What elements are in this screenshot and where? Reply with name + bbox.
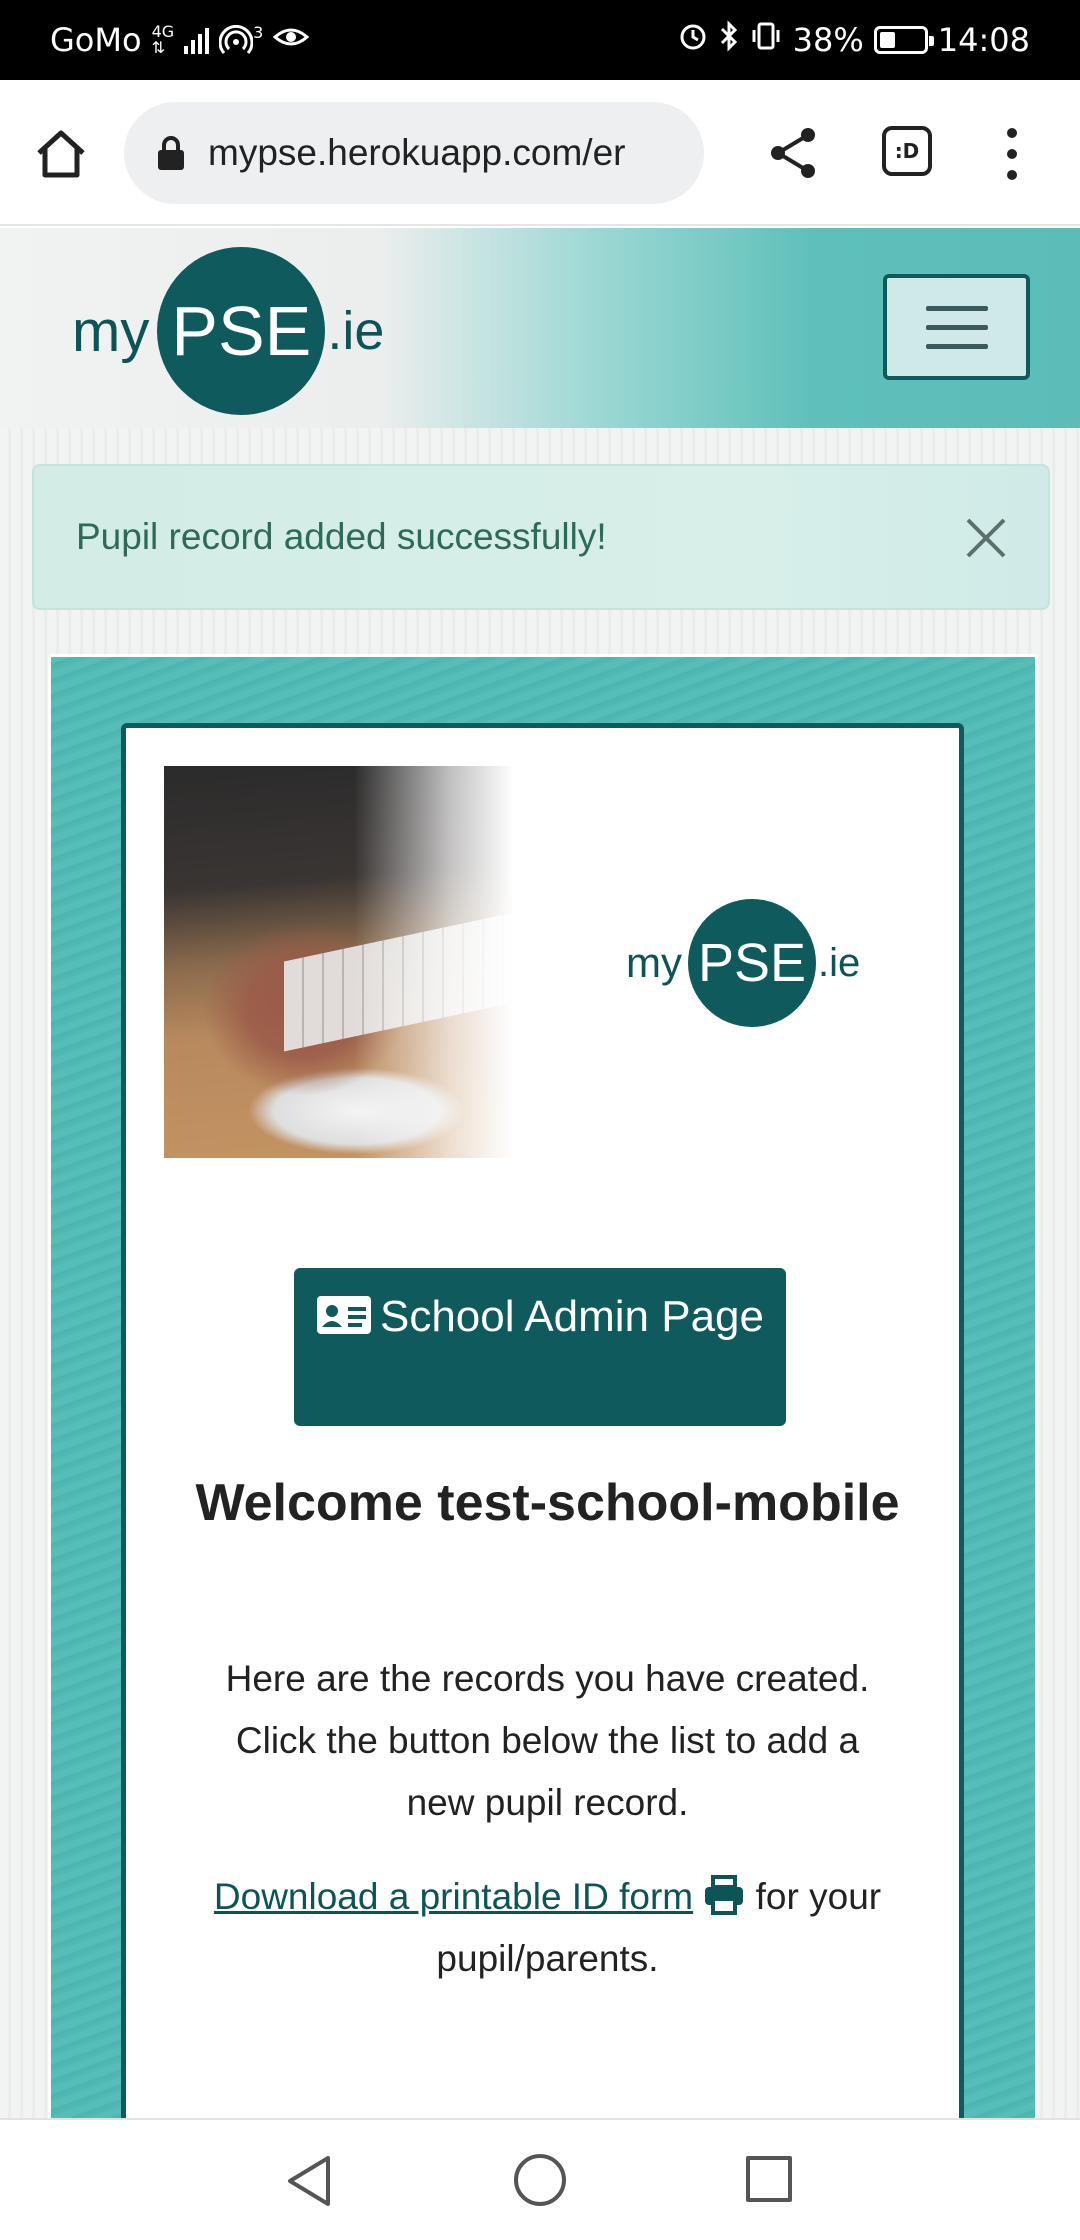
lock-icon xyxy=(158,136,184,170)
school-admin-button[interactable]: School Admin Page xyxy=(294,1268,786,1426)
card-logo-my: my xyxy=(626,939,682,986)
home-nav-icon[interactable] xyxy=(514,2154,566,2206)
card-logo-circle: PSE xyxy=(688,899,816,1027)
logo-ie: .ie xyxy=(327,301,385,361)
home-icon[interactable] xyxy=(30,123,92,185)
print-icon[interactable] xyxy=(703,1875,745,1915)
download-id-form-link[interactable]: Download a printable ID form xyxy=(214,1876,693,1917)
hamburger-icon[interactable] xyxy=(883,274,1030,380)
download-id-form-text: Download a printable ID form for your pu… xyxy=(186,1866,909,1990)
battery-fill xyxy=(879,32,895,48)
status-bar-right: 38% 14:08 xyxy=(677,20,1030,60)
url-text[interactable]: mypse.herokuapp.com/er xyxy=(208,132,625,174)
id-card-icon xyxy=(316,1296,371,1334)
card-logo: my PSE .ie xyxy=(626,898,860,1028)
logo-circle: PSE xyxy=(157,247,326,415)
status-bar-left: GoMo 4G ⇅ 3 xyxy=(50,21,310,59)
status-bar: GoMo 4G ⇅ 3 38% 14:08 xyxy=(0,0,1080,80)
welcome-heading: Welcome test-school-mobile xyxy=(195,1474,900,1532)
logo-my: my xyxy=(72,298,150,364)
battery-icon xyxy=(873,26,934,54)
hotspot-icon: 3 xyxy=(219,25,263,55)
card-logo-ie: .ie xyxy=(818,940,861,985)
alert-message: Pupil record added successfully! xyxy=(76,516,607,557)
back-icon[interactable] xyxy=(284,2154,334,2208)
battery-percentage: 38% xyxy=(792,21,864,59)
success-alert: Pupil record added successfully! xyxy=(32,464,1050,610)
share-icon[interactable] xyxy=(766,125,822,181)
browser-toolbar: mypse.herokuapp.com/er :D xyxy=(0,80,1080,226)
signal-icon xyxy=(184,26,210,54)
site-header: my PSE .ie xyxy=(0,228,1080,428)
alarm-icon xyxy=(677,20,709,60)
hero-image xyxy=(164,766,514,1158)
logo-pse: PSE xyxy=(171,292,312,370)
tab-switcher-icon[interactable]: :D xyxy=(882,126,932,176)
records-description: Here are the records you have created. C… xyxy=(225,1658,870,1823)
tab-switcher-label: :D xyxy=(894,139,920,163)
card-logo-pse: PSE xyxy=(697,933,807,993)
network-type-indicator: 4G ⇅ xyxy=(151,22,175,57)
eye-comfort-icon xyxy=(273,21,310,59)
school-admin-button-label: School Admin Page xyxy=(379,1292,765,1341)
system-navigation-bar xyxy=(0,2118,1080,2240)
carrier-name: GoMo xyxy=(50,21,142,59)
web-page: my PSE .ie Pupil record added successful… xyxy=(0,228,1080,2118)
clock-time: 14:08 xyxy=(937,21,1030,59)
address-bar[interactable]: mypse.herokuapp.com/er xyxy=(124,102,704,204)
welcome-card: my PSE .ie School Admin Page Welcome tes… xyxy=(121,723,964,2118)
overflow-menu-icon[interactable] xyxy=(992,124,1032,184)
recents-icon[interactable] xyxy=(746,2156,792,2202)
hotspot-count: 3 xyxy=(253,23,264,42)
bluetooth-icon xyxy=(719,20,739,60)
close-icon[interactable] xyxy=(964,516,1008,560)
vibrate-icon xyxy=(749,20,783,60)
site-logo[interactable]: my PSE .ie xyxy=(72,246,384,416)
